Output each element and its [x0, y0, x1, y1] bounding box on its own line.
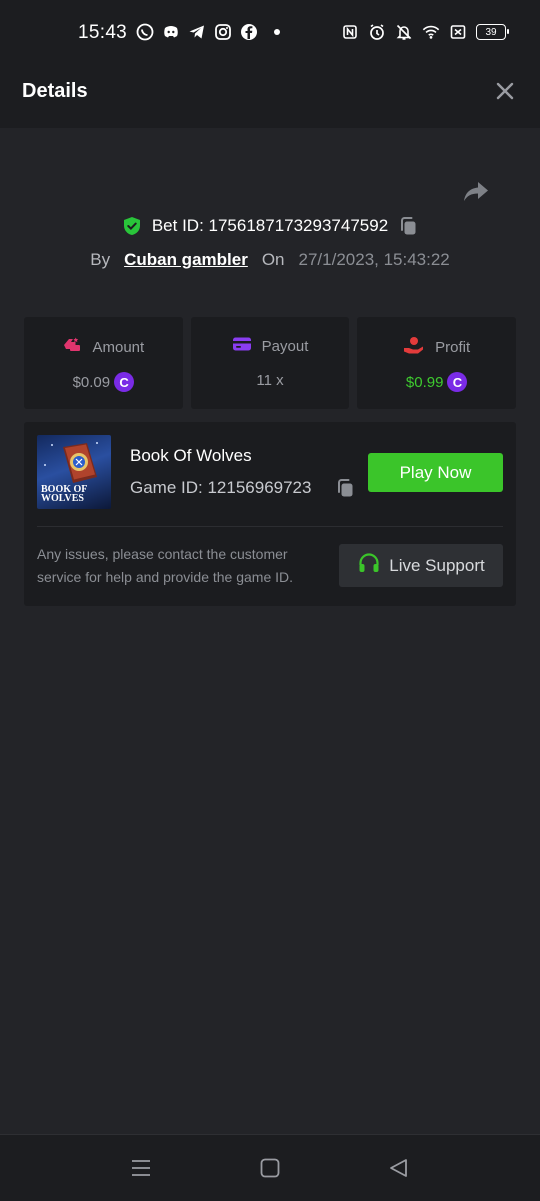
user-link[interactable]: Cuban gambler [124, 250, 248, 270]
page-title: Details [22, 80, 88, 102]
live-support-button[interactable]: Live Support [339, 544, 503, 587]
amount-icon [62, 336, 82, 358]
payout-card: Payout 11 x [190, 317, 350, 409]
status-bar: 15:43 39 [0, 0, 540, 56]
discord-icon [162, 23, 180, 41]
facebook-icon [240, 23, 258, 41]
bet-id: Bet ID: 1756187173293747592 [151, 216, 389, 235]
bet-date: 27/1/2023, 15:43:22 [298, 250, 450, 269]
menu-icon [132, 1160, 150, 1176]
close-button[interactable] [494, 80, 516, 102]
by-label: By [90, 250, 111, 269]
share-icon [464, 182, 488, 201]
play-now-button[interactable]: Play Now [368, 453, 503, 492]
on-label: On [261, 250, 285, 269]
game-thumbnail[interactable]: BOOK OF WOLVES [37, 435, 111, 509]
profit-card: Profit $0.99 C [357, 317, 517, 409]
amount-value-row: $0.09 C [24, 372, 183, 392]
game-name: Book Of Wolves [130, 446, 252, 465]
telegram-icon [188, 23, 206, 41]
system-icons: 39 [341, 23, 509, 41]
status-time: 15:43 [78, 22, 128, 43]
profit-value: $0.99 [405, 373, 444, 391]
amount-card: Amount $0.09 C [24, 317, 183, 409]
profit-hand-icon [403, 336, 425, 358]
profit-value-row: $0.99 C [357, 372, 516, 392]
system-nav-bar [0, 1134, 540, 1201]
more-notifications-dot [274, 29, 280, 35]
live-support-label: Live Support [389, 555, 485, 575]
game-id: Game ID: 12156969723 [130, 478, 312, 497]
bet-meta-row: By Cuban gambler On 27/1/2023, 15:43:22 [0, 250, 540, 270]
headset-icon [357, 551, 381, 580]
home-square-icon [260, 1158, 280, 1178]
alarm-icon [368, 23, 386, 41]
amount-label: Amount [92, 338, 145, 356]
payout-value: 11 x [256, 372, 284, 389]
payout-header: Payout [191, 336, 350, 356]
home-button[interactable] [259, 1157, 281, 1179]
close-icon [496, 82, 514, 100]
thumbnail-title-line2: WOLVES [41, 493, 84, 504]
wifi-icon [422, 23, 440, 41]
game-id-row: Game ID: 12156969723 [130, 478, 355, 498]
nfc-icon [341, 23, 359, 41]
coin-icon: C [114, 372, 135, 392]
copy-bet-id-icon[interactable] [398, 216, 418, 236]
coin-icon: C [447, 372, 468, 392]
divider [37, 526, 503, 527]
game-card: BOOK OF WOLVES Book Of Wolves Game ID: 1… [24, 422, 516, 606]
bet-id-row: Bet ID: 1756187173293747592 [0, 216, 540, 236]
share-button[interactable] [462, 180, 490, 204]
bet-stats: Amount $0.09 C Payout 11 x Profit $0.99 … [24, 317, 517, 409]
amount-value: $0.09 [72, 373, 111, 391]
mute-icon [395, 23, 413, 41]
notification-icons [136, 23, 280, 41]
back-button[interactable] [388, 1157, 410, 1179]
support-hint-text: Any issues, please contact the customer … [37, 546, 294, 585]
copy-game-id-icon[interactable] [335, 478, 355, 498]
instagram-icon [214, 23, 232, 41]
battery-icon: 39 [476, 24, 509, 40]
recent-apps-button[interactable] [130, 1157, 152, 1179]
payout-label: Payout [261, 337, 309, 355]
details-header: Details [0, 56, 540, 128]
whatsapp-icon [136, 23, 154, 41]
verified-shield-icon [122, 216, 142, 236]
amount-header: Amount [24, 336, 183, 358]
payout-value-row: 11 x [191, 372, 350, 389]
profit-header: Profit [357, 336, 516, 358]
profit-label: Profit [435, 338, 471, 356]
thumbnail-title: BOOK OF WOLVES [41, 485, 87, 504]
sim-off-icon [449, 23, 467, 41]
card-payment-icon [232, 336, 252, 356]
battery-level: 39 [485, 26, 497, 38]
back-triangle-icon [390, 1159, 407, 1177]
